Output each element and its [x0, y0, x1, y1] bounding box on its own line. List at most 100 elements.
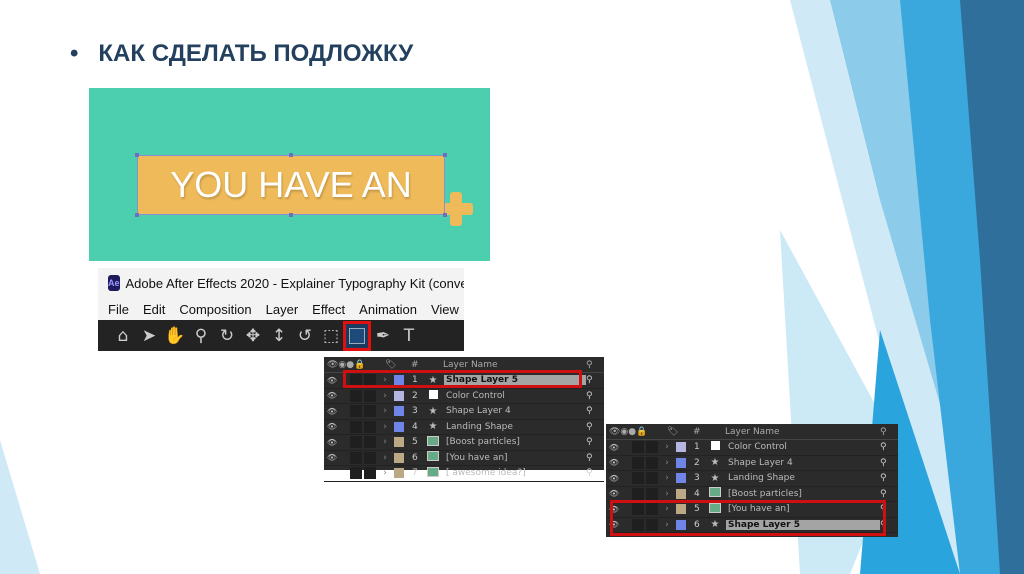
- anchor-icon[interactable]: ⬚: [320, 326, 342, 346]
- layer-row[interactable]: 👁 › 4 ★ Landing Shape ⚲: [324, 420, 604, 435]
- solo-switch[interactable]: [632, 472, 644, 485]
- lock-switch[interactable]: [364, 451, 376, 464]
- layer-name[interactable]: [Boost particles]: [444, 437, 586, 447]
- menu-item-composition[interactable]: Composition: [179, 302, 251, 317]
- solo-switch[interactable]: [350, 420, 362, 433]
- layer-name[interactable]: Color Control: [726, 442, 880, 452]
- selection-icon[interactable]: ➤: [138, 326, 160, 346]
- layer-name[interactable]: Color Control: [444, 391, 586, 401]
- layer-row[interactable]: › 7 [ awesome idea?] ⚲: [324, 466, 604, 482]
- eye-icon[interactable]: 👁: [324, 391, 340, 400]
- solo-switch[interactable]: [350, 405, 362, 418]
- eye-icon[interactable]: 👁: [324, 376, 340, 385]
- solo-switch[interactable]: [632, 441, 644, 454]
- rectangle-tool-icon[interactable]: [343, 320, 371, 351]
- parent-pickwhip-icon[interactable]: ⚲: [586, 453, 604, 463]
- parent-pickwhip-icon[interactable]: ⚲: [586, 437, 604, 447]
- orbit-icon[interactable]: ↻: [216, 326, 238, 346]
- lock-switch[interactable]: [646, 487, 658, 500]
- expand-chevron-icon[interactable]: ›: [660, 489, 674, 499]
- layer-row[interactable]: 👁 › 3 ★ Shape Layer 4 ⚲: [324, 404, 604, 420]
- dolly-icon[interactable]: ↕: [268, 326, 290, 346]
- layer-name[interactable]: Landing Shape: [726, 473, 880, 483]
- eye-icon[interactable]: 👁: [606, 489, 622, 498]
- lock-switch[interactable]: [364, 436, 376, 449]
- menu-item-effect[interactable]: Effect: [312, 302, 345, 317]
- lock-switch[interactable]: [364, 467, 376, 480]
- label-color[interactable]: [394, 406, 404, 417]
- home-icon[interactable]: ⌂: [112, 326, 134, 346]
- expand-chevron-icon[interactable]: ›: [660, 473, 674, 483]
- label-color[interactable]: [394, 452, 404, 463]
- layer-row[interactable]: 👁 › 5 [Boost particles] ⚲: [324, 435, 604, 451]
- rotate-icon[interactable]: ↺: [294, 326, 316, 346]
- eye-icon[interactable]: 👁: [324, 438, 340, 447]
- layer-name[interactable]: [ awesome idea?]: [444, 468, 586, 478]
- lock-switch[interactable]: [364, 389, 376, 402]
- type-icon[interactable]: T: [398, 326, 420, 346]
- layer-row[interactable]: 👁 › 2 Color Control ⚲: [324, 389, 604, 404]
- solo-switch[interactable]: [350, 451, 362, 464]
- layer-row[interactable]: 👁 › 6 [You have an] ⚲: [324, 451, 604, 466]
- pen-icon[interactable]: ✒: [372, 326, 394, 346]
- expand-chevron-icon[interactable]: ›: [378, 422, 392, 432]
- parent-pickwhip-icon[interactable]: ⚲: [586, 406, 604, 416]
- layer-row[interactable]: 👁 › 3 ★ Landing Shape ⚲: [606, 471, 898, 487]
- eye-icon[interactable]: 👁: [324, 422, 340, 431]
- label-color[interactable]: [676, 473, 686, 484]
- eye-icon[interactable]: 👁: [606, 443, 622, 452]
- label-color[interactable]: [394, 437, 404, 448]
- lock-switch[interactable]: [646, 456, 658, 469]
- parent-pickwhip-icon[interactable]: ⚲: [586, 422, 604, 432]
- text-backing-shape[interactable]: YOU HAVE AN: [135, 153, 447, 217]
- lock-switch[interactable]: [646, 472, 658, 485]
- solo-switch[interactable]: [350, 389, 362, 402]
- expand-chevron-icon[interactable]: ›: [378, 437, 392, 447]
- expand-chevron-icon[interactable]: ›: [378, 453, 392, 463]
- move-icon[interactable]: ✥: [242, 326, 264, 346]
- menu-item-file[interactable]: File: [108, 302, 129, 317]
- zoom-icon[interactable]: ⚲: [190, 326, 212, 346]
- lock-switch[interactable]: [364, 405, 376, 418]
- parent-pickwhip-icon[interactable]: ⚲: [880, 442, 898, 452]
- menu-item-layer[interactable]: Layer: [266, 302, 299, 317]
- layer-name[interactable]: [Boost particles]: [726, 489, 880, 499]
- eye-icon[interactable]: 👁: [324, 407, 340, 416]
- expand-chevron-icon[interactable]: ›: [378, 468, 392, 478]
- menu-item-edit[interactable]: Edit: [143, 302, 165, 317]
- label-color[interactable]: [676, 457, 686, 468]
- menu-item-animation[interactable]: Animation: [359, 302, 417, 317]
- parent-pickwhip-icon[interactable]: ⚲: [586, 468, 604, 478]
- solo-switch[interactable]: [632, 487, 644, 500]
- expand-chevron-icon[interactable]: ›: [378, 406, 392, 416]
- eye-icon[interactable]: 👁: [606, 474, 622, 483]
- layer-name[interactable]: [You have an]: [444, 453, 586, 463]
- layer-name[interactable]: Landing Shape: [444, 422, 586, 432]
- parent-pickwhip-icon[interactable]: ⚲: [586, 375, 604, 385]
- layer-row[interactable]: 👁 › 1 Color Control ⚲: [606, 440, 898, 456]
- layer-name[interactable]: Shape Layer 4: [444, 406, 586, 416]
- expand-chevron-icon[interactable]: ›: [660, 442, 674, 452]
- lock-switch[interactable]: [364, 420, 376, 433]
- expand-chevron-icon[interactable]: ›: [660, 458, 674, 468]
- expand-chevron-icon[interactable]: ›: [378, 391, 392, 401]
- label-color[interactable]: [394, 421, 404, 432]
- hand-icon[interactable]: ✋: [164, 326, 186, 346]
- menu-item-view[interactable]: View: [431, 302, 459, 317]
- solo-switch[interactable]: [632, 456, 644, 469]
- solo-switch[interactable]: [350, 467, 362, 480]
- label-color[interactable]: [394, 468, 404, 479]
- parent-pickwhip-icon[interactable]: ⚲: [880, 458, 898, 468]
- label-color[interactable]: [394, 390, 404, 401]
- eye-icon[interactable]: 👁: [324, 453, 340, 462]
- layer-name[interactable]: Shape Layer 4: [726, 458, 880, 468]
- solo-switch[interactable]: [350, 436, 362, 449]
- label-color[interactable]: [676, 488, 686, 499]
- layer-row[interactable]: 👁 › 2 ★ Shape Layer 4 ⚲: [606, 456, 898, 471]
- parent-pickwhip-icon[interactable]: ⚲: [880, 489, 898, 499]
- lock-switch[interactable]: [646, 441, 658, 454]
- label-color[interactable]: [676, 442, 686, 453]
- eye-icon[interactable]: 👁: [606, 458, 622, 467]
- parent-pickwhip-icon[interactable]: ⚲: [586, 391, 604, 401]
- parent-pickwhip-icon[interactable]: ⚲: [880, 473, 898, 483]
